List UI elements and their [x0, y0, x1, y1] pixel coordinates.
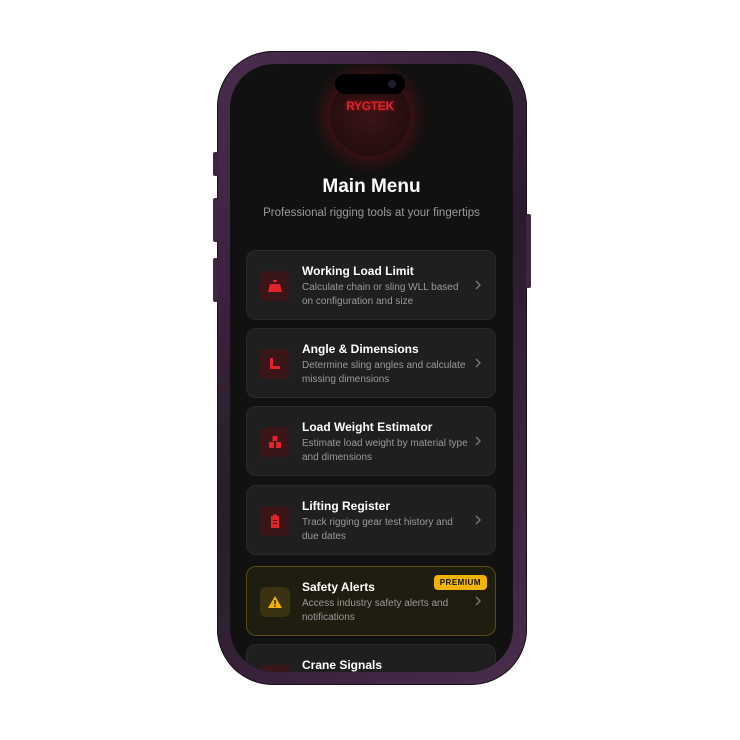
volume-up-button [213, 198, 218, 242]
chevron-right-icon [475, 358, 481, 368]
silent-switch [213, 152, 218, 176]
page-subtitle: Professional rigging tools at your finge… [263, 207, 480, 219]
menu-item-description: Estimate load weight by material type an… [302, 438, 468, 463]
warning-icon [260, 587, 290, 617]
menu-item-title: Angle & Dimensions [302, 342, 419, 356]
clipboard-icon [260, 506, 290, 536]
menu-item-description: Access industry safety alerts and notifi… [302, 598, 449, 623]
menu-item-crane-signals[interactable]: Crane Signals [246, 644, 496, 672]
menu-item-lifting-register[interactable]: Lifting Register Track rigging gear test… [246, 485, 496, 555]
hand-signal-icon [260, 665, 290, 672]
chevron-right-icon [475, 515, 481, 525]
boxes-icon [260, 427, 290, 457]
chevron-right-icon [475, 280, 481, 290]
menu-item-description: Calculate chain or sling WLL based on co… [302, 282, 459, 307]
menu-item-title: Crane Signals [302, 658, 383, 672]
dynamic-island [335, 74, 405, 94]
weight-icon [260, 271, 290, 301]
premium-badge: PREMIUM [433, 575, 487, 590]
menu-item-safety-alerts[interactable]: Safety Alerts Access industry safety ale… [246, 566, 496, 636]
power-button [526, 214, 531, 288]
menu-item-title: Load Weight Estimator [302, 420, 433, 434]
menu-item-working-load-limit[interactable]: Working Load Limit Calculate chain or sl… [246, 250, 496, 320]
menu-item-description: Determine sling angles and calculate mis… [302, 360, 466, 385]
chevron-right-icon [475, 596, 481, 606]
menu-item-title: Lifting Register [302, 499, 391, 513]
menu-item-title: Working Load Limit [302, 264, 414, 278]
menu-item-angle-dimensions[interactable]: Angle & Dimensions Determine sling angle… [246, 328, 496, 398]
camera-icon [388, 80, 396, 88]
menu-item-load-weight-estimator[interactable]: Load Weight Estimator Estimate load weig… [246, 406, 496, 476]
page-title: Main Menu [322, 176, 421, 197]
volume-down-button [213, 258, 218, 302]
app-logo: RYGTEK [346, 99, 394, 113]
app-screen: RYGTEK Main Menu Professional rigging to… [230, 64, 513, 672]
menu-item-title: Safety Alerts [302, 580, 375, 594]
ruler-angle-icon [260, 349, 290, 379]
chevron-right-icon [475, 436, 481, 446]
menu-item-description: Track rigging gear test history and due … [302, 517, 453, 542]
